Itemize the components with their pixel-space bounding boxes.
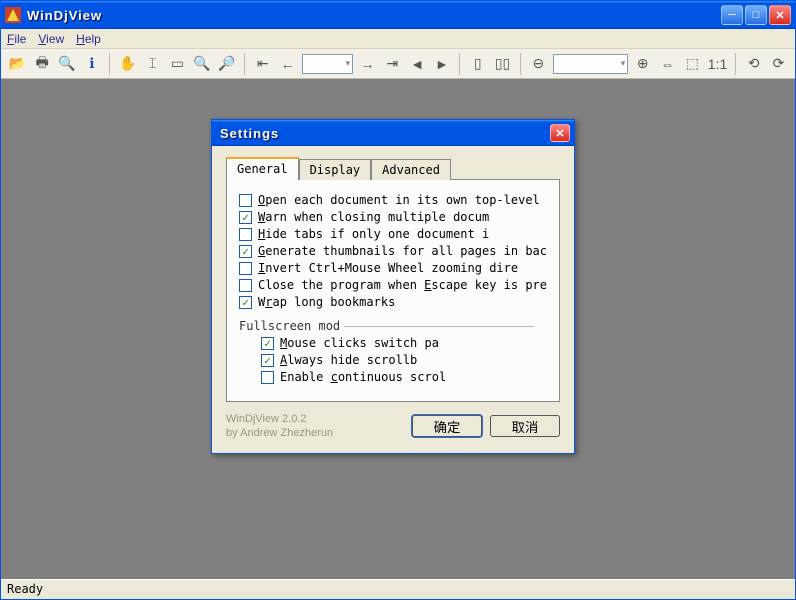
option-label: Invert Ctrl+Mouse Wheel zooming dire <box>258 261 518 275</box>
nav-fwd-icon: ► <box>432 53 453 75</box>
option-label: Warn when closing multiple docum <box>258 210 489 224</box>
option-label: Wrap long bookmarks <box>258 295 395 309</box>
marquee-icon: ▭ <box>167 53 188 75</box>
statusbar: Ready <box>1 579 795 599</box>
option-hide-scrollbars[interactable]: Always hide scrollb <box>261 353 547 367</box>
checkbox[interactable] <box>239 211 252 224</box>
info-icon[interactable]: ℹ <box>81 53 102 75</box>
separator <box>459 53 460 75</box>
option-label: Close the program when Escape key is pre <box>258 278 547 292</box>
zoom-region-icon: 🔎 <box>217 53 238 75</box>
checkbox[interactable] <box>239 245 252 258</box>
checkbox[interactable] <box>261 337 274 350</box>
settings-dialog: Settings ✕ General Display Advanced Open… <box>211 119 575 454</box>
maximize-button[interactable]: □ <box>745 5 767 25</box>
checkbox[interactable] <box>261 354 274 367</box>
first-page-icon: ⇤ <box>252 53 273 75</box>
option-invert-wheel[interactable]: Invert Ctrl+Mouse Wheel zooming dire <box>239 261 547 275</box>
separator <box>109 53 110 75</box>
menu-file[interactable]: File <box>7 32 26 46</box>
fit-width-icon: ⇔ <box>657 53 678 75</box>
tab-display[interactable]: Display <box>299 159 372 180</box>
option-label: Hide tabs if only one document i <box>258 227 489 241</box>
facing-pages-icon: ▯▯ <box>492 53 513 75</box>
option-continuous-scroll[interactable]: Enable continuous scrol <box>261 370 547 384</box>
option-generate-thumbnails[interactable]: Generate thumbnails for all pages in bac… <box>239 244 547 258</box>
option-label: Mouse clicks switch pa <box>280 336 439 350</box>
next-page-icon: → <box>357 53 378 75</box>
close-button[interactable]: ✕ <box>769 5 791 25</box>
prev-page-icon: ← <box>277 53 298 75</box>
fullscreen-group-label: Fullscreen mod <box>239 319 547 333</box>
app-icon <box>5 7 21 23</box>
toolbar: 📂 🖶 🔍 ℹ ✋ ⌶ ▭ 🔍 🔎 ⇤ ← → ⇥ ◄ ► ▯ ▯▯ ⊖ ⊕ ⇔… <box>1 49 795 79</box>
menubar: File View Help <box>1 29 795 49</box>
option-wrap-bookmarks[interactable]: Wrap long bookmarks <box>239 295 547 309</box>
option-open-own-window[interactable]: Open each document in its own top-level … <box>239 193 547 207</box>
rotate-right-icon: ⟳ <box>768 53 789 75</box>
fullscreen-group: Fullscreen mod Mouse clicks switch pa Al… <box>239 319 547 384</box>
minimize-button[interactable]: ─ <box>721 5 743 25</box>
find-icon[interactable]: 🔍 <box>57 53 78 75</box>
last-page-icon: ⇥ <box>382 53 403 75</box>
zoom-out-icon: ⊖ <box>528 53 549 75</box>
main-titlebar: WinDjView ─ □ ✕ <box>1 1 795 29</box>
app-title: WinDjView <box>27 8 719 23</box>
nav-back-icon: ◄ <box>407 53 428 75</box>
print-icon: 🖶 <box>32 53 53 75</box>
checkbox[interactable] <box>239 296 252 309</box>
actual-size-icon: 1:1 <box>707 53 728 75</box>
tab-panel-general: Open each document in its own top-level … <box>226 179 560 402</box>
dialog-title: Settings <box>220 126 550 141</box>
zoom-in-icon: ⊕ <box>632 53 653 75</box>
credits: WinDjView 2.0.2 by Andrew Zhezherun <box>226 412 404 441</box>
option-close-on-escape[interactable]: Close the program when Escape key is pre <box>239 278 547 292</box>
option-label: Always hide scrollb <box>280 353 417 367</box>
dialog-titlebar: Settings ✕ <box>212 120 574 146</box>
status-text: Ready <box>7 582 43 596</box>
workspace: Settings ✕ General Display Advanced Open… <box>1 79 795 579</box>
select-tool-icon: ⌶ <box>142 53 163 75</box>
dialog-body: General Display Advanced Open each docum… <box>212 146 574 406</box>
dialog-footer: WinDjView 2.0.2 by Andrew Zhezherun 确定 取… <box>212 406 574 453</box>
tab-general[interactable]: General <box>226 157 299 180</box>
page-select[interactable] <box>302 54 353 74</box>
credits-line1: WinDjView 2.0.2 <box>226 412 404 426</box>
open-icon[interactable]: 📂 <box>7 53 28 75</box>
checkbox[interactable] <box>261 371 274 384</box>
separator <box>244 53 245 75</box>
checkbox[interactable] <box>239 228 252 241</box>
checkbox[interactable] <box>239 262 252 275</box>
single-page-icon: ▯ <box>467 53 488 75</box>
option-mouse-switch-page[interactable]: Mouse clicks switch pa <box>261 336 547 350</box>
fit-page-icon: ⬚ <box>682 53 703 75</box>
dialog-close-button[interactable]: ✕ <box>550 124 570 142</box>
menu-view[interactable]: View <box>38 32 64 46</box>
separator <box>735 53 736 75</box>
cancel-button[interactable]: 取消 <box>490 415 560 437</box>
zoom-select[interactable] <box>553 54 629 74</box>
hand-tool-icon: ✋ <box>117 53 138 75</box>
tab-advanced[interactable]: Advanced <box>371 159 451 180</box>
ok-button[interactable]: 确定 <box>412 415 482 437</box>
separator <box>520 53 521 75</box>
dialog-tabs: General Display Advanced <box>226 156 560 179</box>
rotate-left-icon: ⟲ <box>743 53 764 75</box>
option-label: Enable continuous scrol <box>280 370 446 384</box>
checkbox[interactable] <box>239 279 252 292</box>
option-label: Open each document in its own top-level … <box>258 193 547 207</box>
option-warn-closing[interactable]: Warn when closing multiple docum <box>239 210 547 224</box>
option-label: Generate thumbnails for all pages in bac… <box>258 244 547 258</box>
credits-line2: by Andrew Zhezherun <box>226 426 404 440</box>
menu-help[interactable]: Help <box>76 32 101 46</box>
checkbox[interactable] <box>239 194 252 207</box>
main-window: WinDjView ─ □ ✕ File View Help 📂 🖶 🔍 ℹ ✋… <box>0 0 796 600</box>
zoom-tool-icon: 🔍 <box>192 53 213 75</box>
option-hide-tabs[interactable]: Hide tabs if only one document i <box>239 227 547 241</box>
